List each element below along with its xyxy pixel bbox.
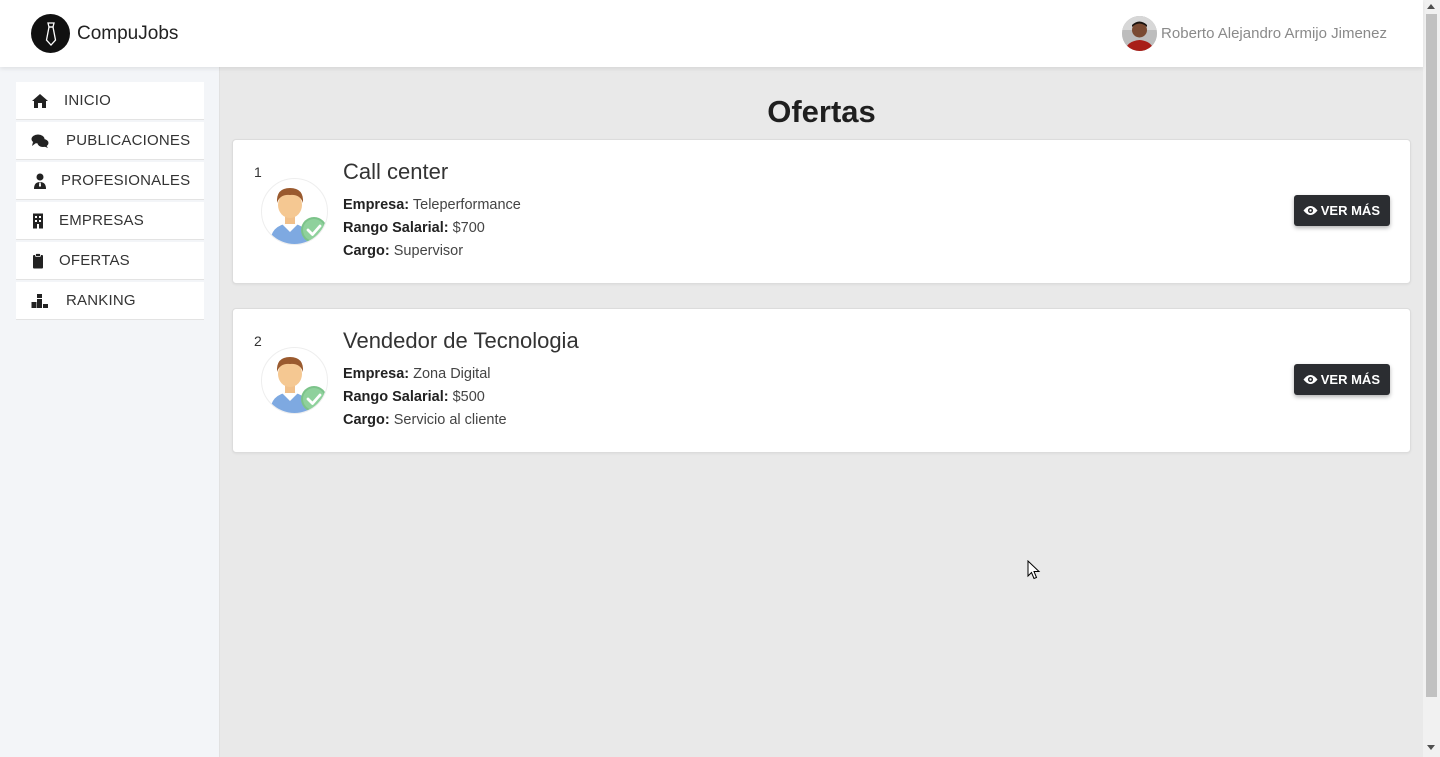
- sidebar-item-label: EMPRESAS: [59, 212, 144, 229]
- sidebar-item-publicaciones[interactable]: PUBLICACIONES: [16, 122, 204, 160]
- clipboard-icon: [33, 253, 43, 269]
- rango-label: Rango Salarial:: [343, 389, 449, 405]
- cargo-label: Cargo:: [343, 412, 390, 428]
- sidebar-item-ranking[interactable]: RANKING: [16, 282, 204, 320]
- sidebar-item-label: INICIO: [64, 92, 112, 109]
- sidebar: INICIO PUBLICACIONES PROFESIONALES EMPRE…: [0, 67, 220, 757]
- offer-card: 2 Vendedor de Tecnologia Empresa: Zona D…: [232, 308, 1411, 453]
- offer-rango: Rango Salarial: $700: [343, 220, 485, 236]
- sidebar-item-label: PROFESIONALES: [61, 172, 191, 189]
- offer-cargo: Cargo: Supervisor: [343, 243, 463, 259]
- offer-title: Vendedor de Tecnologia: [343, 328, 579, 353]
- scroll-up-icon[interactable]: [1427, 4, 1435, 9]
- scroll-down-icon[interactable]: [1427, 745, 1435, 750]
- empresa-value: Zona Digital: [413, 366, 491, 382]
- eye-icon: [1303, 375, 1318, 384]
- verified-user-icon: [261, 347, 328, 414]
- ver-mas-label: VER MÁS: [1320, 203, 1380, 218]
- offer-card: 1 Call center Empresa: Teleperformance R…: [232, 139, 1411, 284]
- sidebar-item-empresas[interactable]: EMPRESAS: [16, 202, 204, 240]
- top-navbar: CompuJobs Roberto Alejandro Armijo Jimen…: [0, 0, 1423, 67]
- brand-name: CompuJobs: [77, 22, 179, 44]
- rango-value: $500: [452, 389, 485, 405]
- brand[interactable]: CompuJobs: [31, 14, 178, 53]
- eye-icon: [1303, 206, 1318, 215]
- offer-title: Call center: [343, 159, 449, 184]
- offer-index: 2: [254, 333, 262, 349]
- offer-cargo: Cargo: Servicio al cliente: [343, 412, 507, 428]
- sidebar-item-label: OFERTAS: [59, 252, 130, 269]
- offer-rango: Rango Salarial: $500: [343, 389, 485, 405]
- ver-mas-button[interactable]: VER MÁS: [1293, 364, 1390, 395]
- scroll-thumb[interactable]: [1426, 14, 1437, 697]
- sidebar-item-ofertas[interactable]: OFERTAS: [16, 242, 204, 280]
- empresa-label: Empresa:: [343, 197, 410, 213]
- comments-icon: [31, 134, 49, 148]
- user-menu[interactable]: Roberto Alejandro Armijo Jimenez: [1122, 16, 1387, 51]
- cargo-label: Cargo:: [343, 243, 390, 259]
- ver-mas-button[interactable]: VER MÁS: [1293, 195, 1390, 226]
- main-content: Ofertas 1 Call center Empresa: Teleperfo…: [220, 67, 1423, 757]
- ranking-icon: [31, 294, 48, 308]
- rango-value: $700: [452, 220, 485, 236]
- sidebar-item-inicio[interactable]: INICIO: [16, 82, 204, 120]
- sidebar-item-label: RANKING: [66, 292, 136, 309]
- empresa-value: Teleperformance: [412, 197, 521, 213]
- building-icon: [33, 213, 43, 229]
- verified-user-icon: [261, 178, 328, 245]
- sidebar-item-label: PUBLICACIONES: [66, 132, 191, 149]
- cargo-value: Servicio al cliente: [393, 412, 507, 428]
- offer-empresa: Empresa: Zona Digital: [343, 366, 491, 382]
- cargo-value: Supervisor: [393, 243, 464, 259]
- cursor-icon: [1027, 560, 1041, 580]
- user-tie-icon: [34, 173, 46, 189]
- tie-logo-icon: [31, 14, 70, 53]
- rango-label: Rango Salarial:: [343, 220, 449, 236]
- offer-index: 1: [254, 164, 262, 180]
- user-name: Roberto Alejandro Armijo Jimenez: [1161, 25, 1387, 42]
- avatar: [1122, 16, 1158, 51]
- home-icon: [32, 94, 48, 108]
- empresa-label: Empresa:: [343, 366, 410, 382]
- scrollbar[interactable]: [1423, 0, 1440, 757]
- offer-empresa: Empresa: Teleperformance: [343, 197, 521, 213]
- ver-mas-label: VER MÁS: [1320, 372, 1380, 387]
- page-title: Ofertas: [767, 94, 876, 129]
- sidebar-item-profesionales[interactable]: PROFESIONALES: [16, 162, 204, 200]
